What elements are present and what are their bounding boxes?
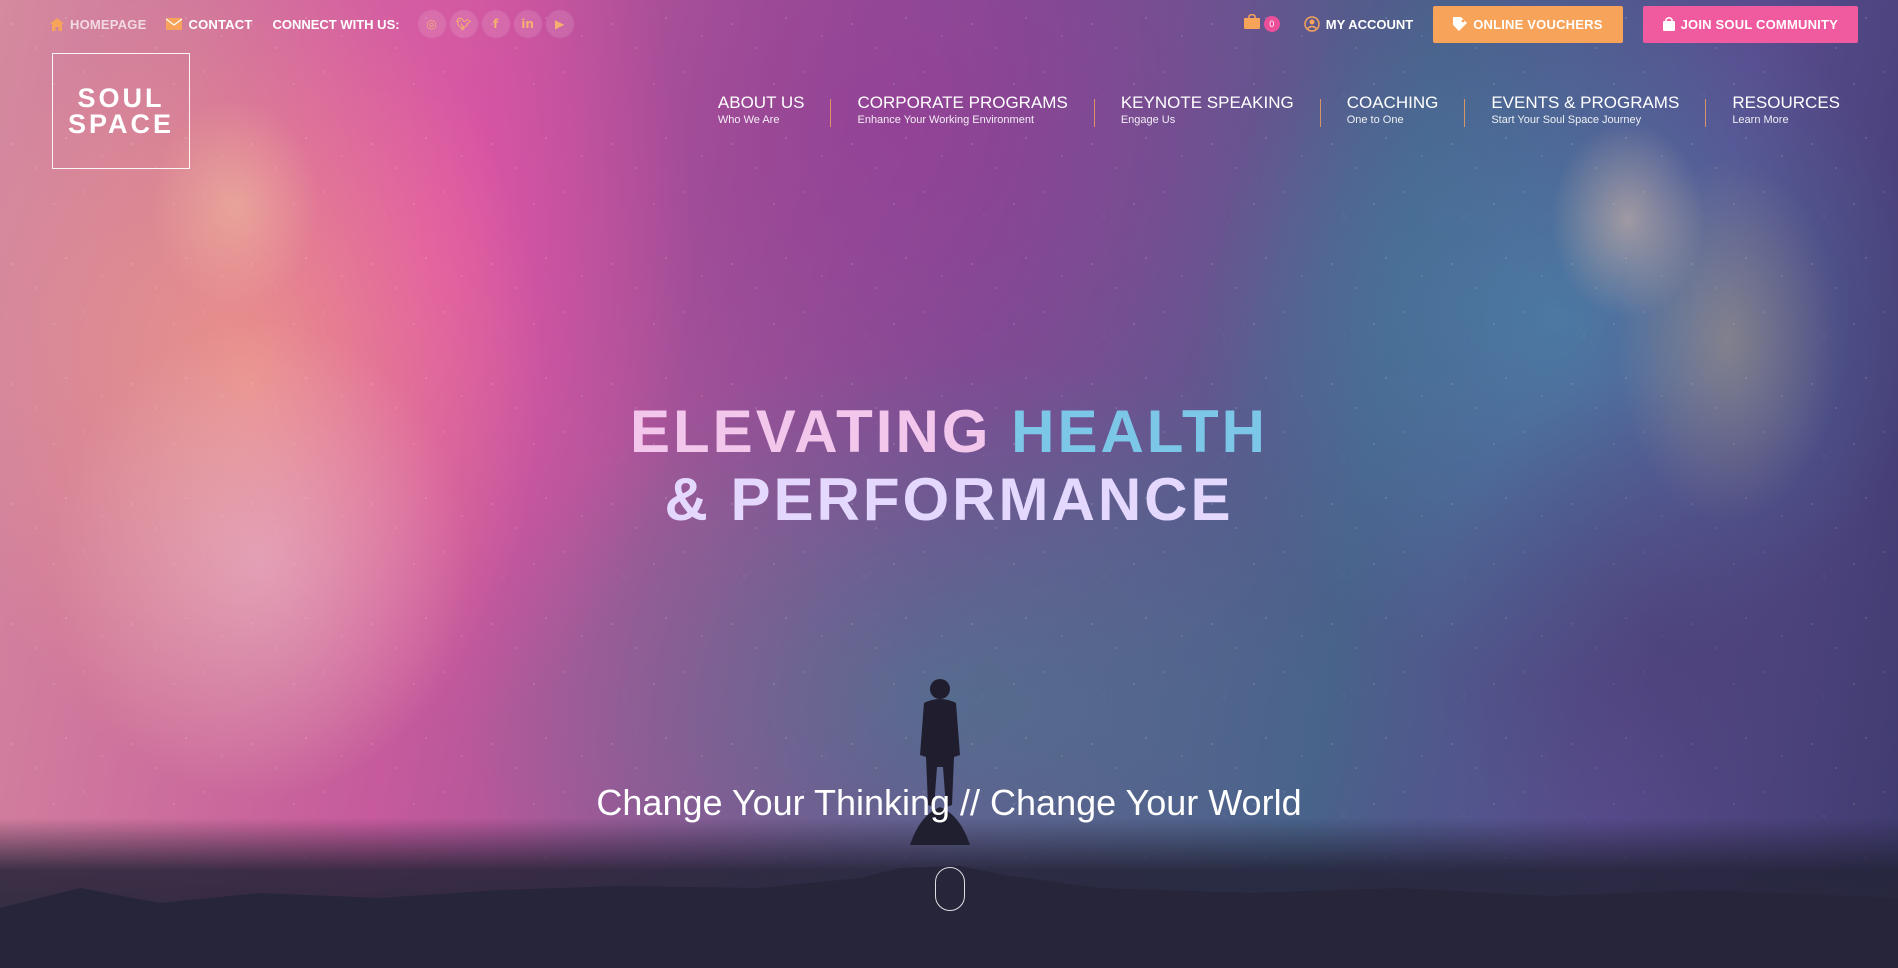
- logo-line-1: SOUL: [77, 83, 165, 113]
- youtube-icon[interactable]: ▶: [545, 10, 574, 38]
- envelope-icon: [166, 18, 183, 30]
- connect-label: CONNECT WITH US:: [272, 16, 400, 32]
- logo-line-2: SPACE: [67, 109, 175, 139]
- headline-word-health: HEALTH: [1011, 398, 1268, 465]
- cart-button[interactable]: 0: [1243, 13, 1280, 34]
- nav-title: EVENTS & PROGRAMS: [1491, 93, 1680, 112]
- online-vouchers-label: ONLINE VOUCHERS: [1473, 16, 1603, 32]
- nav-title: RESOURCES: [1732, 93, 1840, 112]
- online-vouchers-button[interactable]: ONLINE VOUCHERS: [1433, 5, 1623, 43]
- contact-link[interactable]: CONTACT: [166, 17, 252, 32]
- nav-subtitle: Engage Us: [1120, 114, 1176, 126]
- nav-title: COACHING: [1346, 93, 1439, 112]
- nav-item-resources[interactable]: RESOURCES Learn More: [1732, 93, 1840, 127]
- nav-item-coaching[interactable]: COACHING One to One: [1347, 93, 1439, 127]
- account-label: MY ACCOUNT: [1325, 16, 1414, 32]
- nav-separator: [1464, 99, 1466, 127]
- headline-line-2: & PERFORMANCE: [664, 466, 1234, 533]
- instagram-icon[interactable]: ◎: [417, 10, 446, 38]
- nav-title: KEYNOTE SPEAKING: [1120, 93, 1294, 112]
- homepage-link[interactable]: HOMEPAGE: [50, 17, 146, 32]
- headline-word-elevating: ELEVATING: [630, 398, 992, 465]
- cart-count-badge: 0: [1263, 16, 1280, 32]
- main-navigation: ABOUT US Who We Are CORPORATE PROGRAMS E…: [718, 93, 1840, 127]
- nav-item-about-us[interactable]: ABOUT US Who We Are: [718, 93, 805, 127]
- join-community-label: JOIN SOUL COMMUNITY: [1680, 16, 1838, 32]
- shopping-bag-icon: [1243, 13, 1260, 34]
- nav-item-corporate-programs[interactable]: CORPORATE PROGRAMS Enhance Your Working …: [857, 93, 1067, 127]
- nav-item-events-programs[interactable]: EVENTS & PROGRAMS Start Your Soul Space …: [1491, 93, 1679, 127]
- scroll-down-indicator[interactable]: [935, 867, 965, 911]
- join-community-button[interactable]: JOIN SOUL COMMUNITY: [1642, 5, 1858, 43]
- nav-subtitle: Start Your Soul Space Journey: [1491, 114, 1642, 126]
- nav-subtitle: Who We Are: [717, 114, 780, 126]
- nav-subtitle: One to One: [1346, 114, 1404, 126]
- nav-title: ABOUT US: [717, 93, 805, 112]
- nav-subtitle: Learn More: [1732, 114, 1789, 126]
- soul-space-logo[interactable]: SOUL SPACE: [52, 53, 190, 169]
- contact-label: CONTACT: [188, 16, 253, 32]
- social-links: ◎ 🐦︎ f in ▶: [417, 10, 578, 38]
- nav-title: CORPORATE PROGRAMS: [857, 93, 1068, 112]
- nav-separator: [1705, 99, 1707, 127]
- nav-separator: [1319, 99, 1321, 127]
- nav-item-keynote-speaking[interactable]: KEYNOTE SPEAKING Engage Us: [1121, 93, 1294, 127]
- linkedin-icon[interactable]: in: [513, 10, 542, 38]
- top-bar: HOMEPAGE CONTACT CONNECT WITH US: ◎ 🐦︎ f…: [0, 0, 1898, 48]
- shopping-bag-icon: [1662, 17, 1675, 31]
- nav-separator: [830, 99, 832, 127]
- home-icon: [50, 17, 64, 31]
- nav-subtitle: Enhance Your Working Environment: [857, 114, 1034, 126]
- nav-separator: [1093, 99, 1095, 127]
- hero-headline: ELEVATING HEALTH & PERFORMANCE: [0, 398, 1898, 534]
- facebook-icon[interactable]: f: [481, 10, 510, 38]
- tag-icon: [1453, 17, 1468, 31]
- hero-tagline: Change Your Thinking // Change Your Worl…: [596, 782, 1302, 823]
- user-icon: [1304, 16, 1320, 32]
- my-account-link[interactable]: MY ACCOUNT: [1304, 16, 1413, 32]
- homepage-label: HOMEPAGE: [70, 16, 147, 32]
- twitter-icon[interactable]: 🐦︎: [449, 10, 478, 38]
